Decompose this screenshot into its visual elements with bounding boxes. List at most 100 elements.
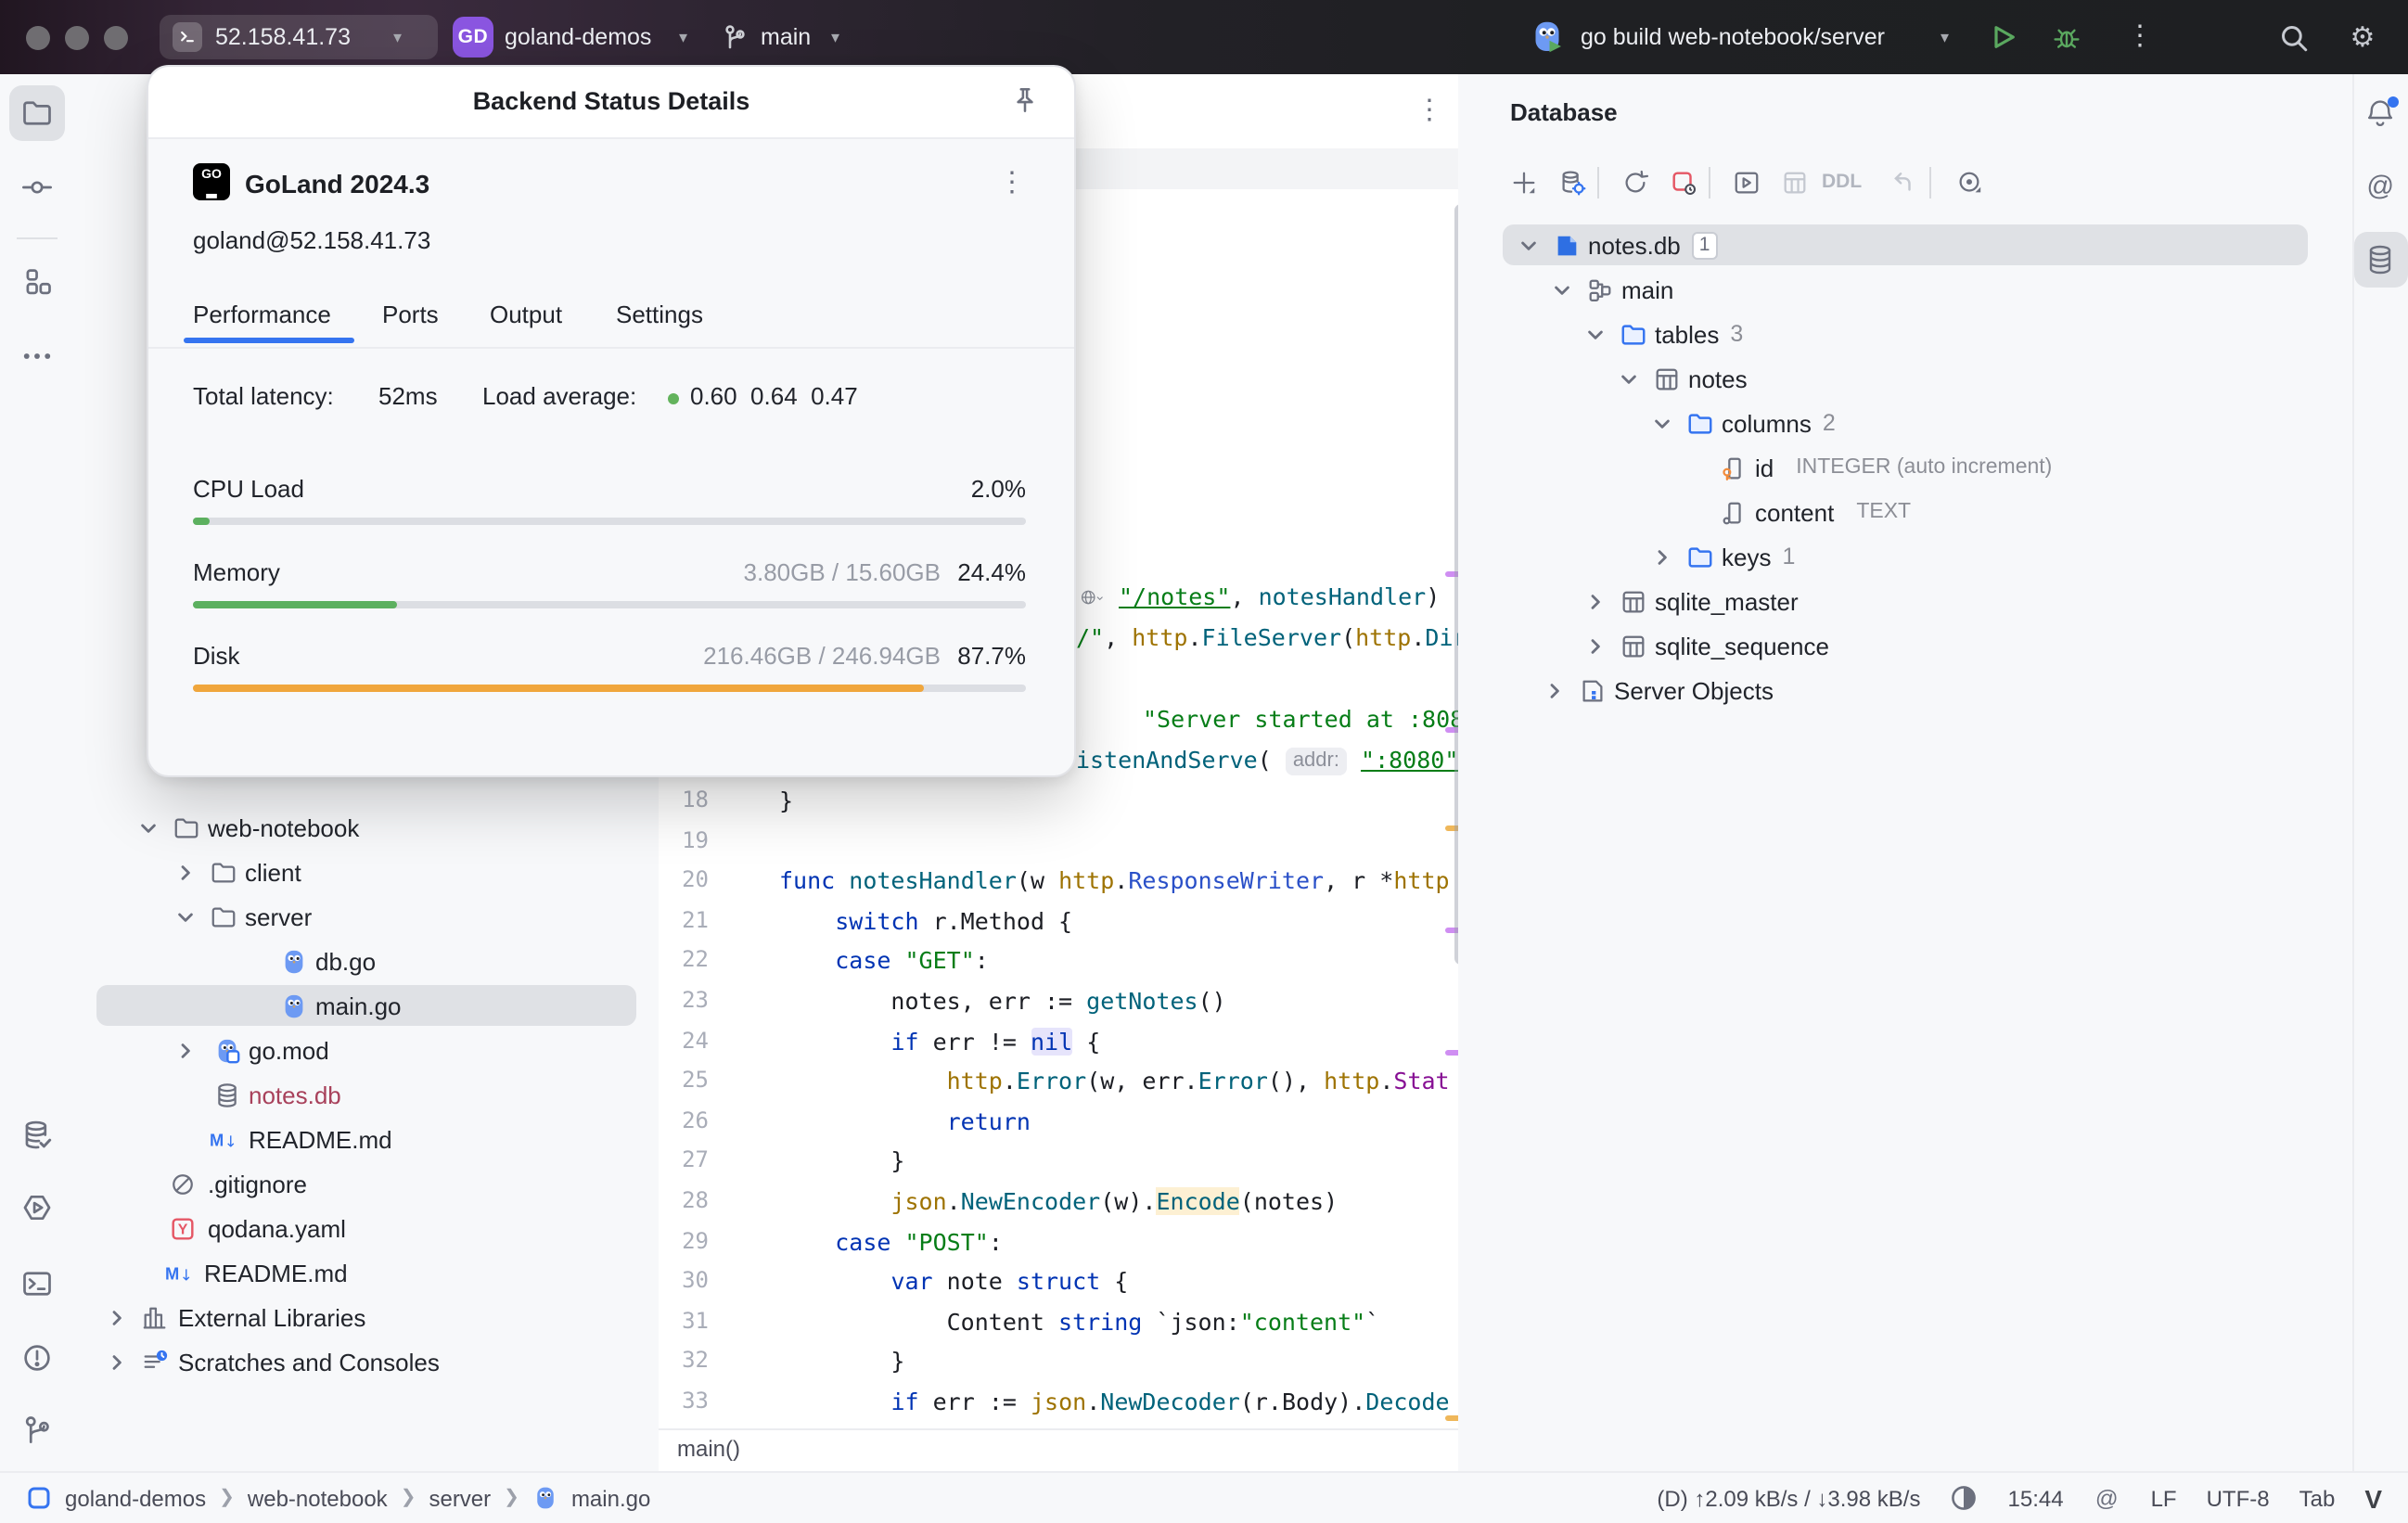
cancel-query-icon[interactable] [1666, 165, 1699, 198]
target-icon[interactable] [1952, 165, 1985, 198]
chevron-down-icon[interactable] [137, 816, 160, 838]
console-run-icon[interactable] [1729, 165, 1762, 198]
chevron-down-icon[interactable] [174, 905, 197, 928]
tree-row[interactable]: db.go [0, 939, 2408, 983]
folder-icon [208, 857, 237, 887]
structure-icon[interactable] [19, 263, 56, 301]
ai-at-icon[interactable]: @ [2362, 167, 2399, 204]
breadcrumb-item[interactable]: goland-demos [65, 1485, 206, 1511]
clock[interactable]: 15:44 [2008, 1485, 2064, 1511]
chevron-down-icon: ▾ [831, 28, 840, 46]
chevron-right-icon[interactable] [174, 1039, 197, 1061]
tab-performance[interactable]: Performance [193, 301, 331, 328]
table-grid-disabled-icon[interactable] [1777, 165, 1811, 198]
db-check-icon[interactable] [19, 1117, 56, 1154]
tree-row[interactable]: server [0, 894, 2408, 939]
sqlite-icon [1551, 230, 1581, 260]
breadcrumb-item[interactable]: server [429, 1485, 491, 1511]
status-breadcrumbs[interactable]: goland-demos ❯ web-notebook ❯ server ❯ main.go [26, 1485, 650, 1511]
tree-row[interactable]: M ↓ README.md [0, 1117, 2408, 1161]
db-settings-icon[interactable] [1555, 165, 1588, 198]
memory-indicator-icon[interactable] [1951, 1484, 1979, 1512]
tree-item-label: README.md [204, 1259, 348, 1286]
project-avatar[interactable]: GD [453, 17, 493, 58]
pin-icon[interactable] [1009, 85, 1041, 117]
remote-host-chip[interactable]: 52.158.41.73 ▾ [160, 15, 438, 59]
run-button[interactable] [1989, 22, 2018, 52]
tree-row[interactable]: client [0, 850, 2408, 894]
line-ending[interactable]: LF [2151, 1485, 2177, 1511]
encoding[interactable]: UTF-8 [2207, 1485, 2270, 1511]
breadcrumb[interactable]: main() [677, 1436, 740, 1462]
disk-percent: 87.7% [957, 642, 1026, 670]
popup-more-icon[interactable]: ⋮ [998, 165, 1026, 198]
tab-output[interactable]: Output [490, 301, 562, 328]
settings-gear-icon[interactable]: ⚙ [2345, 19, 2380, 54]
backend-status-popup: Backend Status Details GO ▂ GoLand 2024.3… [147, 65, 1076, 777]
terminal-icon[interactable] [19, 1265, 56, 1302]
tree-item-label: main [1621, 275, 1674, 303]
chevron-down-icon[interactable] [1651, 412, 1673, 434]
chevron-right-icon[interactable] [1543, 679, 1566, 701]
git-branch-icon[interactable] [19, 1412, 56, 1449]
breadcrumb-item[interactable]: web-notebook [248, 1485, 388, 1511]
latency-value: 52ms [378, 382, 438, 410]
tree-row[interactable]: Yqodana.yaml [0, 1206, 2408, 1250]
go-file-icon [278, 991, 308, 1020]
network-speed[interactable]: (D) ↑2.09 kB/s / ↓3.98 kB/s [1657, 1485, 1920, 1511]
chevron-right-icon[interactable] [1651, 545, 1673, 568]
window-zoom-button[interactable] [103, 25, 127, 49]
tree-item-label: keys [1722, 543, 1772, 570]
more-icon[interactable] [19, 338, 56, 375]
branch-name[interactable]: main [761, 0, 811, 74]
database-icon[interactable] [2362, 241, 2399, 278]
ai-assistant-icon[interactable]: @ [2094, 1484, 2121, 1512]
tree-row[interactable]: M ↓ README.md [0, 1250, 2408, 1295]
arrow-left-disabled-icon[interactable] [1885, 165, 1918, 198]
chevron-down-icon[interactable] [1518, 234, 1540, 256]
chevron-right-icon[interactable] [1584, 634, 1607, 657]
chevron-right-icon[interactable] [174, 861, 197, 883]
debug-button[interactable] [2052, 22, 2081, 52]
tree-row[interactable]: External Libraries [0, 1295, 2408, 1339]
tab-ports[interactable]: Ports [382, 301, 439, 328]
chevron-down-icon[interactable] [1551, 278, 1573, 301]
search-icon[interactable] [2278, 22, 2310, 54]
tree-row[interactable]: go.mod [0, 1028, 2408, 1072]
tab-settings[interactable]: Settings [616, 301, 703, 328]
breadcrumb-separator: ❯ [504, 1488, 519, 1508]
tree-row[interactable]: notes.db [0, 1072, 2408, 1117]
indent-style[interactable]: Tab [2299, 1485, 2336, 1511]
services-icon[interactable] [19, 1189, 56, 1226]
tree-row[interactable]: web-notebook [0, 805, 2408, 850]
project-folder-icon[interactable] [19, 95, 56, 132]
commit-icon[interactable] [19, 169, 56, 206]
table-icon [1651, 364, 1681, 393]
chevron-down-icon[interactable] [1584, 323, 1607, 345]
load-average-label: Load average: [482, 382, 637, 410]
problems-icon[interactable] [19, 1339, 56, 1376]
chevron-right-icon[interactable] [1584, 590, 1607, 612]
status-bar: goland-demos ❯ web-notebook ❯ server ❯ main.go… [0, 1471, 2408, 1523]
chevron-down-icon[interactable] [1618, 367, 1640, 390]
more-actions-button[interactable]: ⋮ [2126, 0, 2154, 74]
project-name[interactable]: goland-demos [505, 0, 651, 74]
tree-row[interactable]: .gitignore [0, 1161, 2408, 1206]
window-close-button[interactable] [25, 25, 49, 49]
tree-item-label: content [1755, 498, 1835, 526]
breadcrumb-item[interactable]: main.go [571, 1485, 650, 1511]
add-icon[interactable] [1506, 165, 1540, 198]
ddl-button[interactable]: DDL [1822, 171, 1862, 193]
divider [148, 347, 1074, 349]
table-icon [1618, 586, 1647, 616]
refresh-icon[interactable] [1618, 165, 1651, 198]
tree-item-label: notes [1688, 365, 1748, 392]
window-minimize-button[interactable] [64, 25, 88, 49]
popup-title: Backend Status Details [472, 87, 750, 115]
run-configuration[interactable]: go build web-notebook/server [1581, 0, 1885, 74]
tree-row[interactable]: main.go [0, 983, 2408, 1028]
chevron-right-icon[interactable] [106, 1350, 128, 1373]
chevron-right-icon[interactable] [106, 1306, 128, 1328]
tree-item-label: client [245, 858, 301, 886]
tree-row[interactable]: Scratches and Consoles [0, 1339, 2408, 1384]
